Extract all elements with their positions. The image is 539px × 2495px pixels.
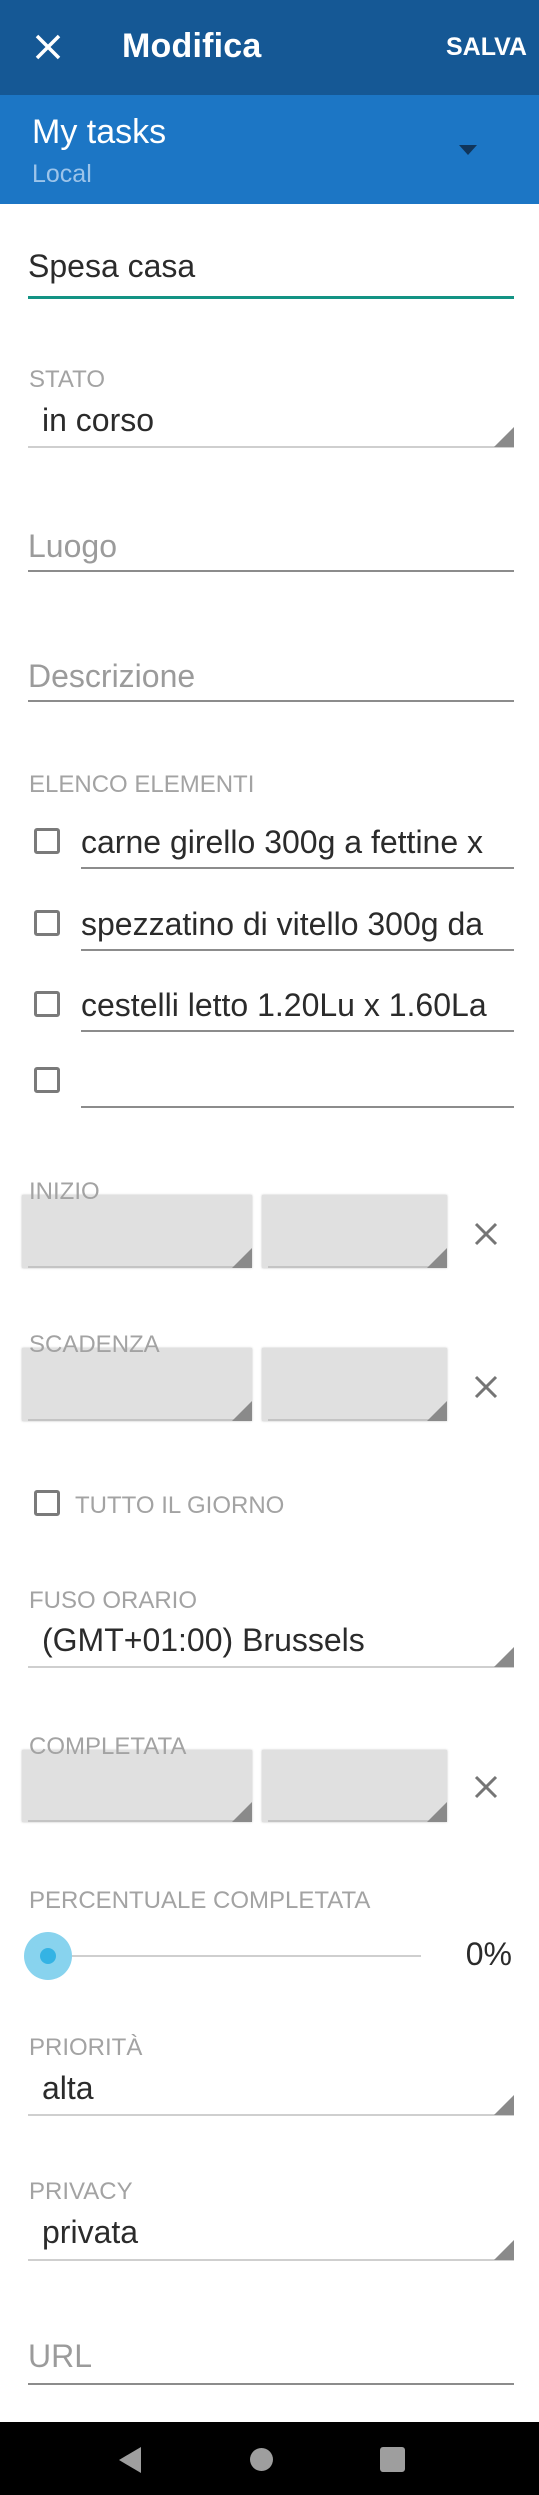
completed-label: COMPLETATA xyxy=(29,1733,187,1760)
percent-value: 0% xyxy=(465,1936,512,1972)
start-time-picker[interactable] xyxy=(262,1195,447,1268)
checklist-item-checkbox[interactable] xyxy=(34,910,60,936)
percent-slider-track[interactable] xyxy=(72,1955,421,1957)
timezone-label: FUSO ORARIO xyxy=(29,1587,198,1614)
due-time-picker[interactable] xyxy=(262,1348,447,1421)
checklist-item-input[interactable]: cestelli letto 1.20Lu x 1.60La xyxy=(81,987,514,1024)
close-button[interactable] xyxy=(28,27,68,67)
page-title: Modifica xyxy=(122,27,262,65)
percent-slider-thumb[interactable] xyxy=(24,1932,72,1980)
percent-label: PERCENTUALE COMPLETATA xyxy=(29,1887,371,1914)
dropdown-corner-icon xyxy=(494,427,514,447)
checklist-item-checkbox[interactable] xyxy=(34,991,60,1017)
close-icon xyxy=(35,34,61,60)
checklist-item-underline xyxy=(81,949,514,951)
checklist-label: ELENCO ELEMENTI xyxy=(29,771,255,798)
slider-thumb-dot xyxy=(40,1948,56,1964)
account-name: My tasks xyxy=(32,113,167,151)
url-underline xyxy=(28,2383,514,2385)
close-icon xyxy=(474,1222,498,1246)
clear-start-button[interactable] xyxy=(471,1219,501,1249)
close-icon xyxy=(474,1375,498,1399)
priority-underline xyxy=(28,2114,514,2116)
due-label: SCADENZA xyxy=(29,1331,160,1358)
recents-button[interactable] xyxy=(380,2447,405,2472)
privacy-select[interactable]: privata xyxy=(42,2214,138,2251)
privacy-label: PRIVACY xyxy=(29,2178,133,2205)
url-input[interactable]: URL xyxy=(28,2338,92,2375)
priority-label: PRIORITÀ xyxy=(29,2034,143,2061)
home-button[interactable] xyxy=(250,2448,273,2471)
status-label: STATO xyxy=(29,366,106,393)
dropdown-arrow-icon[interactable] xyxy=(459,145,477,155)
checklist-item-input[interactable]: carne girello 300g a fettine x xyxy=(81,824,514,861)
account-type: Local xyxy=(32,160,92,188)
dropdown-corner-icon xyxy=(494,1647,514,1667)
checklist-item-underline xyxy=(81,867,514,869)
completed-time-picker[interactable] xyxy=(262,1750,447,1822)
priority-select[interactable]: alta xyxy=(42,2070,94,2107)
status-select[interactable]: in corso xyxy=(42,402,154,439)
checklist-item-input[interactable]: spezzatino di vitello 300g da xyxy=(81,906,514,943)
location-underline xyxy=(28,570,514,572)
clear-due-button[interactable] xyxy=(471,1372,501,1402)
checklist-item-checkbox[interactable] xyxy=(34,828,60,854)
clear-completed-button[interactable] xyxy=(471,1772,501,1802)
back-icon xyxy=(119,2447,141,2473)
save-button[interactable]: SALVA xyxy=(446,33,527,62)
start-label: INIZIO xyxy=(29,1178,100,1205)
close-icon xyxy=(474,1775,498,1799)
location-input[interactable]: Luogo xyxy=(28,528,117,565)
checklist-item-checkbox[interactable] xyxy=(34,1067,60,1093)
checklist-item-underline xyxy=(81,1106,514,1108)
back-button[interactable] xyxy=(116,2445,144,2480)
timezone-underline xyxy=(28,1666,514,1668)
checklist-item-underline xyxy=(81,1030,514,1032)
privacy-underline xyxy=(28,2259,514,2261)
status-underline xyxy=(28,446,514,448)
dropdown-corner-icon xyxy=(494,2095,514,2115)
description-underline xyxy=(28,700,514,702)
timezone-select[interactable]: (GMT+01:00) Brussels xyxy=(42,1622,365,1659)
all-day-label: TUTTO IL GIORNO xyxy=(75,1492,285,1519)
description-input[interactable]: Descrizione xyxy=(28,658,195,695)
dropdown-corner-icon xyxy=(494,2240,514,2260)
all-day-checkbox[interactable] xyxy=(34,1490,60,1516)
title-input-underline xyxy=(28,296,514,299)
title-input[interactable]: Spesa casa xyxy=(28,248,195,285)
